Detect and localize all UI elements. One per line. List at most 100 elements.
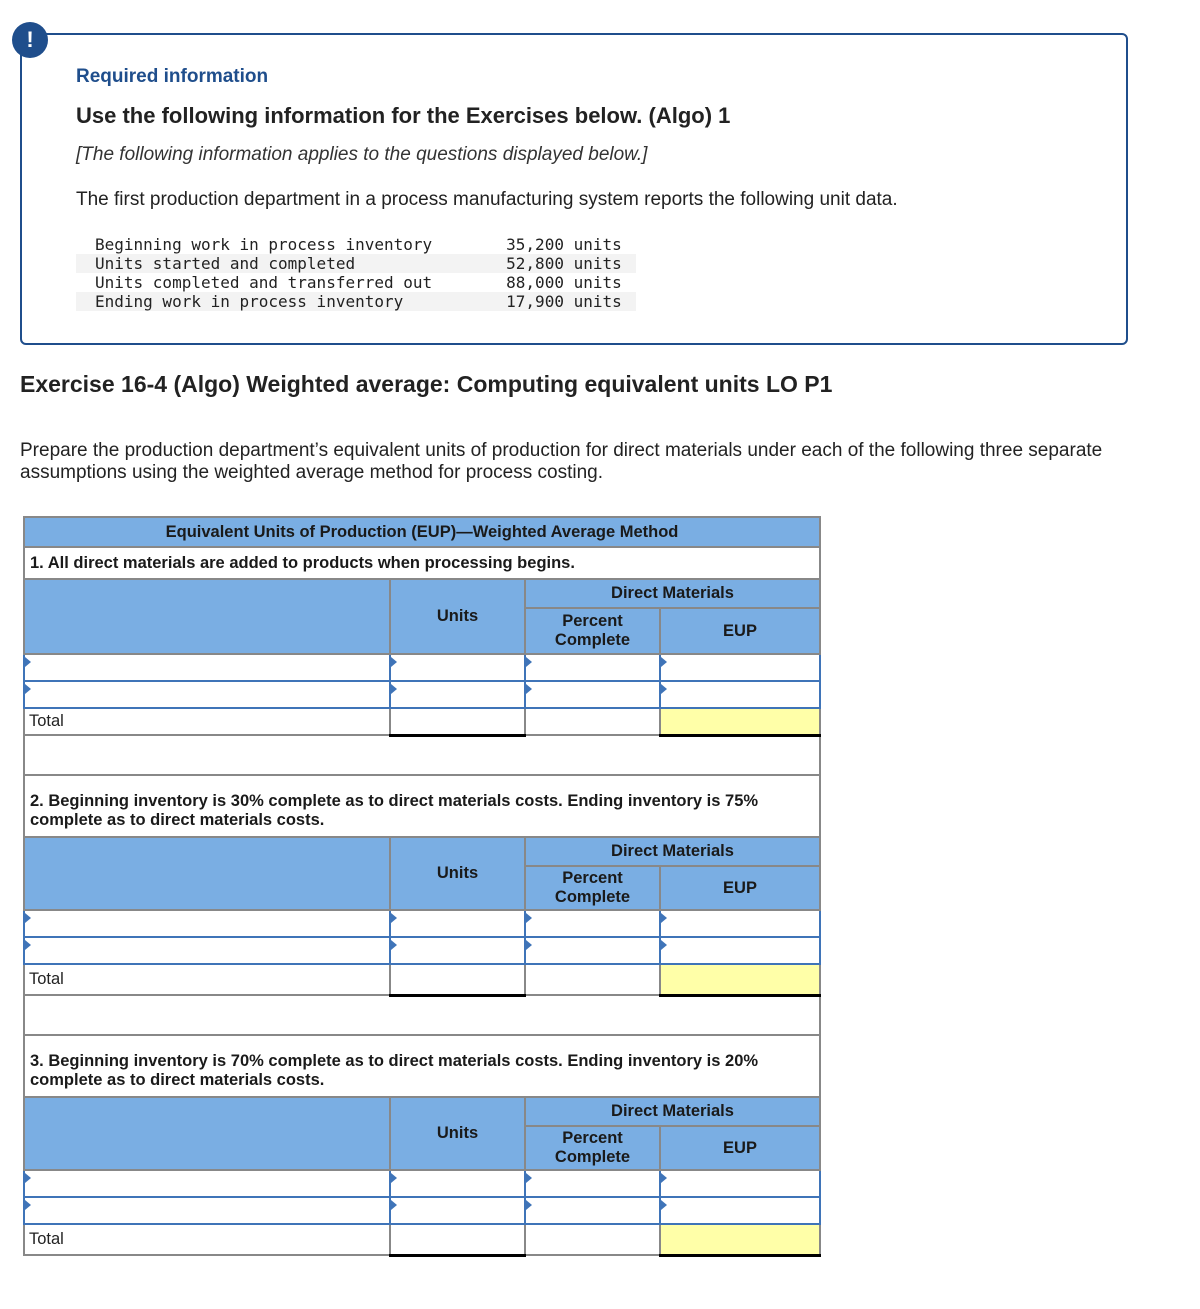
units-input[interactable] [391,682,524,707]
percent-total-blank [524,963,661,996]
eup-input[interactable] [661,938,819,963]
unit-data-value: 88,000 units [506,273,622,292]
total-row: Total [23,1223,821,1257]
percent-complete-header: Percent Complete [524,607,661,655]
input-flag-icon [391,940,397,950]
row-label-input[interactable] [25,938,389,963]
units-header: Units [389,1096,526,1171]
eup-input[interactable] [661,682,819,707]
input-flag-icon [391,1200,397,1210]
eup-table-title: Equivalent Units of Production (EUP)—Wei… [23,516,821,548]
percent-complete-input[interactable] [526,682,659,707]
eup-input-cell [659,909,821,938]
input-flag-icon [391,1173,397,1183]
percent-input-cell [524,1196,661,1225]
units-input[interactable] [391,1198,524,1223]
input-flag-icon [661,940,667,950]
row-label-input-cell [23,680,391,709]
input-flag-icon [25,940,31,950]
eup-input-cell [659,653,821,682]
units-header: Units [389,578,526,655]
eup-worksheet: Equivalent Units of Production (EUP)—Wei… [23,516,821,1257]
percent-complete-input[interactable] [526,911,659,936]
table-row [23,653,821,682]
units-input[interactable] [391,911,524,936]
intro-text: The first production department in a pro… [76,189,898,210]
input-flag-icon [391,657,397,667]
units-input[interactable] [391,938,524,963]
units-input-cell [389,680,526,709]
percent-input-cell [524,653,661,682]
row-label-input[interactable] [25,1171,389,1196]
eup-input[interactable] [661,1171,819,1196]
row-label-input[interactable] [25,1198,389,1223]
eup-total [659,1223,821,1257]
input-flag-icon [661,657,667,667]
units-input[interactable] [391,655,524,680]
percent-input-cell [524,680,661,709]
info-heading: Use the following information for the Ex… [76,103,731,128]
eup-input-cell [659,1169,821,1198]
eup-input[interactable] [661,911,819,936]
percent-input-cell [524,936,661,965]
direct-materials-header: Direct Materials [524,578,821,609]
row-label-input[interactable] [25,655,389,680]
units-input-cell [389,653,526,682]
input-flag-icon [661,1173,667,1183]
direct-materials-header: Direct Materials [524,1096,821,1127]
units-total [389,707,526,737]
requirement-1-text: 1. All direct materials are added to pro… [23,546,821,580]
percent-complete-input[interactable] [526,655,659,680]
unit-data-row: Ending work in process inventory 17,900 u… [76,292,636,311]
percent-total-blank [524,707,661,736]
applies-note: [The following information applies to th… [76,144,648,165]
requirement-2-text: 2. Beginning inventory is 30% complete a… [23,774,821,838]
row-label-input-cell [23,1169,391,1198]
alert-icon: ! [12,22,48,58]
eup-table: Equivalent Units of Production (EUP)—Wei… [23,516,821,1257]
input-flag-icon [661,1200,667,1210]
total-row: Total [23,707,821,737]
input-flag-icon [25,657,31,667]
table-row [23,909,821,938]
unit-data-table: Beginning work in process inventory 35,20… [76,235,636,311]
input-flag-icon [661,913,667,923]
percent-complete-input[interactable] [526,1198,659,1223]
table-row [23,1169,821,1198]
total-label: Total [23,707,391,736]
unit-data-label: Units completed and transferred out [95,273,433,292]
eup-input[interactable] [661,1198,819,1223]
percent-input-cell [524,909,661,938]
input-flag-icon [526,657,532,667]
row-label-input-cell [23,909,391,938]
unit-data-value: 17,900 units [446,292,636,311]
unit-data-value: 52,800 units [446,254,636,273]
unit-data-row: Beginning work in process inventory 35,20… [76,235,636,254]
total-label: Total [23,1223,391,1256]
input-flag-icon [526,940,532,950]
unit-data-label: Units started and completed [76,254,447,273]
header-blank [23,836,391,911]
section-spacer [23,994,821,1036]
input-flag-icon [526,1173,532,1183]
percent-total-blank [524,1223,661,1256]
units-total [389,963,526,997]
input-flag-icon [25,1200,31,1210]
eup-input[interactable] [661,655,819,680]
eup-total [659,963,821,997]
row-label-input-cell [23,653,391,682]
eup-input-cell [659,680,821,709]
row-label-input[interactable] [25,911,389,936]
units-input[interactable] [391,1171,524,1196]
percent-complete-input[interactable] [526,938,659,963]
exercise-title: Exercise 16-4 (Algo) Weighted average: C… [20,371,833,397]
units-input-cell [389,1196,526,1225]
row-label-input[interactable] [25,682,389,707]
unit-data-row: Units completed and transferred out 88,00… [76,273,636,292]
units-input-cell [389,936,526,965]
unit-data-label: Ending work in process inventory [76,292,447,311]
eup-input-cell [659,1196,821,1225]
input-flag-icon [661,684,667,694]
percent-complete-input[interactable] [526,1171,659,1196]
input-flag-icon [391,913,397,923]
